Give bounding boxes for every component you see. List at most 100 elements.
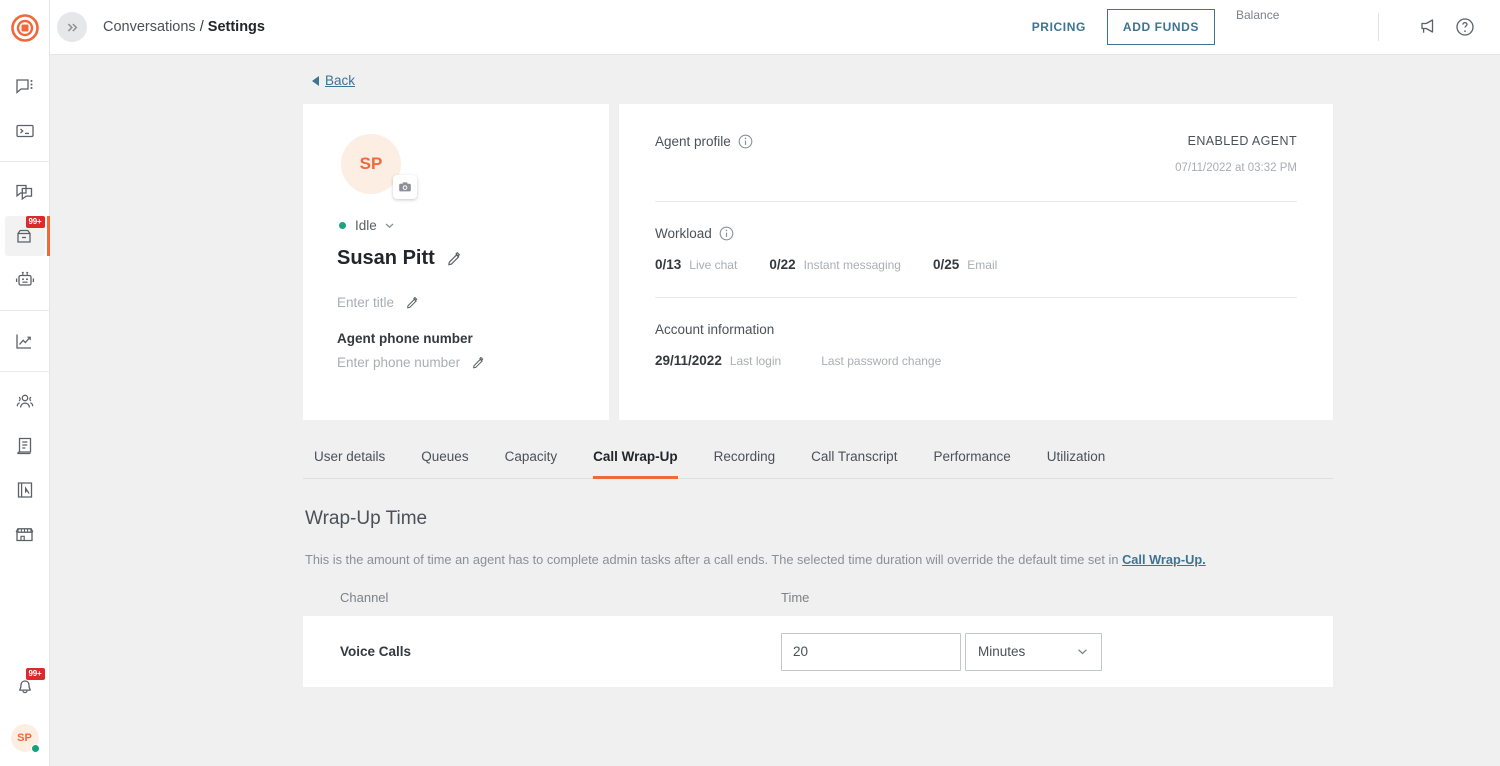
breadcrumb: Conversations / Settings <box>103 19 265 35</box>
tab-capacity[interactable]: Capacity <box>505 449 558 479</box>
camera-icon <box>398 180 412 194</box>
announcements-button[interactable] <box>1415 14 1441 40</box>
sidebar-item-campaigns[interactable] <box>5 470 45 510</box>
sidebar-avatar-initials: SP <box>17 732 32 744</box>
chevron-double-right-icon <box>65 20 80 35</box>
info-circle-icon[interactable] <box>719 226 734 241</box>
wrapup-description: This is the amount of time an agent has … <box>305 552 1333 567</box>
agent-profile-title: Agent profile <box>655 134 731 149</box>
wrapup-unit-value: Minutes <box>978 644 1025 659</box>
sidebar-item-inbox[interactable]: 99+ <box>5 216 45 256</box>
agent-title-placeholder: Enter title <box>337 295 394 310</box>
change-photo-button[interactable] <box>393 175 417 199</box>
agent-status-label: Idle <box>355 218 377 233</box>
agent-profile-section: Agent profile ENABL <box>655 134 1297 174</box>
sidebar-item-console[interactable] <box>5 111 45 151</box>
sidebar-avatar[interactable]: SP <box>11 724 39 752</box>
sidebar-item-knowledge-base[interactable] <box>5 426 45 466</box>
chevron-down-icon <box>1076 645 1089 658</box>
edit-title-button[interactable] <box>406 296 419 309</box>
megaphone-icon <box>1417 16 1439 38</box>
question-circle-icon <box>1454 16 1476 38</box>
storefront-icon <box>14 524 35 545</box>
sidebar-expand-button[interactable] <box>57 12 87 42</box>
edit-name-button[interactable] <box>447 251 462 266</box>
agent-phone-placeholder: Enter phone number <box>337 355 460 370</box>
tab-call-transcript[interactable]: Call Transcript <box>811 449 897 479</box>
content-inner: Back SP <box>303 55 1333 687</box>
breadcrumb-root[interactable]: Conversations <box>103 19 196 35</box>
pencil-icon <box>406 296 419 309</box>
section-divider-2 <box>655 297 1297 298</box>
breadcrumb-separator: / <box>200 19 204 35</box>
inbox-badge: 99+ <box>26 216 45 228</box>
pencil-icon <box>472 356 485 369</box>
add-funds-button[interactable]: ADD FUNDS <box>1107 9 1215 45</box>
workload-item: 0/13 Live chat <box>655 257 737 272</box>
enabled-agent-badge: ENABLED AGENT <box>1175 134 1297 148</box>
board-cursor-icon <box>15 480 35 500</box>
back-link[interactable]: Back <box>303 55 373 104</box>
notifications-badge: 99+ <box>26 668 45 680</box>
agent-avatar-initials: SP <box>360 154 383 174</box>
balance-display: Balance <box>1236 8 1310 46</box>
tab-queues[interactable]: Queues <box>421 449 468 479</box>
workload-count: 0/13 <box>655 257 681 272</box>
sidebar-item-users[interactable] <box>5 382 45 422</box>
workload-count: 0/22 <box>769 257 795 272</box>
brand-logo-icon[interactable] <box>10 13 40 43</box>
workload-item: 0/25 Email <box>933 257 997 272</box>
edit-phone-button[interactable] <box>472 356 485 369</box>
agent-name: Susan Pitt <box>337 247 435 270</box>
agent-avatar[interactable]: SP <box>341 134 401 194</box>
tab-recording[interactable]: Recording <box>714 449 776 479</box>
online-status-dot <box>31 744 40 753</box>
tab-call-wrap-up[interactable]: Call Wrap-Up <box>593 449 678 479</box>
sidebar-item-conversations[interactable] <box>5 67 45 107</box>
wrapup-table-header: Channel Time <box>303 590 1333 605</box>
workload-label: Instant messaging <box>804 258 901 272</box>
header-divider <box>1378 13 1379 41</box>
sidebar-group-2: 99+ <box>0 161 50 310</box>
call-wrap-up-link[interactable]: Call Wrap-Up. <box>1122 552 1206 567</box>
sidebar-item-analytics[interactable] <box>5 321 45 361</box>
sidebar-item-marketplace[interactable] <box>5 514 45 554</box>
agent-info-card: Agent profile ENABL <box>619 104 1333 420</box>
chevron-down-icon <box>384 220 395 231</box>
agent-title-row[interactable]: Enter title <box>337 295 575 310</box>
tab-utilization[interactable]: Utilization <box>1047 449 1106 479</box>
agent-phone-row[interactable]: Enter phone number <box>337 355 575 370</box>
left-sidebar: 99+ <box>0 0 50 766</box>
status-dot-icon <box>339 222 346 229</box>
tab-performance[interactable]: Performance <box>933 449 1010 479</box>
chat-bubble-options-icon <box>15 77 35 97</box>
workload-label: Email <box>967 258 997 272</box>
sidebar-item-notifications[interactable]: 99+ <box>5 668 45 708</box>
help-button[interactable] <box>1452 14 1478 40</box>
back-link-label: Back <box>325 73 355 88</box>
agent-name-row: Susan Pitt <box>337 247 575 270</box>
agent-profile-card: SP I <box>303 104 609 420</box>
sidebar-item-bots[interactable] <box>5 260 45 300</box>
sidebar-group-3 <box>0 310 50 371</box>
pricing-link[interactable]: PRICING <box>1032 20 1086 34</box>
wrapup-unit-select[interactable]: Minutes <box>965 633 1102 671</box>
info-circle-icon[interactable] <box>738 134 753 149</box>
workload-list: 0/13 Live chat 0/22 Instant messaging 0/… <box>655 257 1297 272</box>
account-label: Last login <box>730 354 781 368</box>
app-root: 99+ <box>0 0 1500 766</box>
agent-status-selector[interactable]: Idle <box>339 218 417 233</box>
tab-user-details[interactable]: User details <box>314 449 385 479</box>
chat-copy-icon <box>14 182 35 203</box>
top-header: Conversations / Settings PRICING ADD FUN… <box>50 0 1500 55</box>
line-chart-icon <box>14 331 35 352</box>
cards-row: SP I <box>303 104 1333 420</box>
inbox-tray-icon <box>14 226 35 247</box>
account-row: Last password change <box>813 354 941 368</box>
column-header-time: Time <box>781 590 809 605</box>
workload-label: Live chat <box>689 258 737 272</box>
wrapup-time-input[interactable] <box>781 633 961 671</box>
account-information-title: Account information <box>655 322 1297 337</box>
section-divider-1 <box>655 201 1297 202</box>
sidebar-item-chat-transfer[interactable] <box>5 172 45 212</box>
